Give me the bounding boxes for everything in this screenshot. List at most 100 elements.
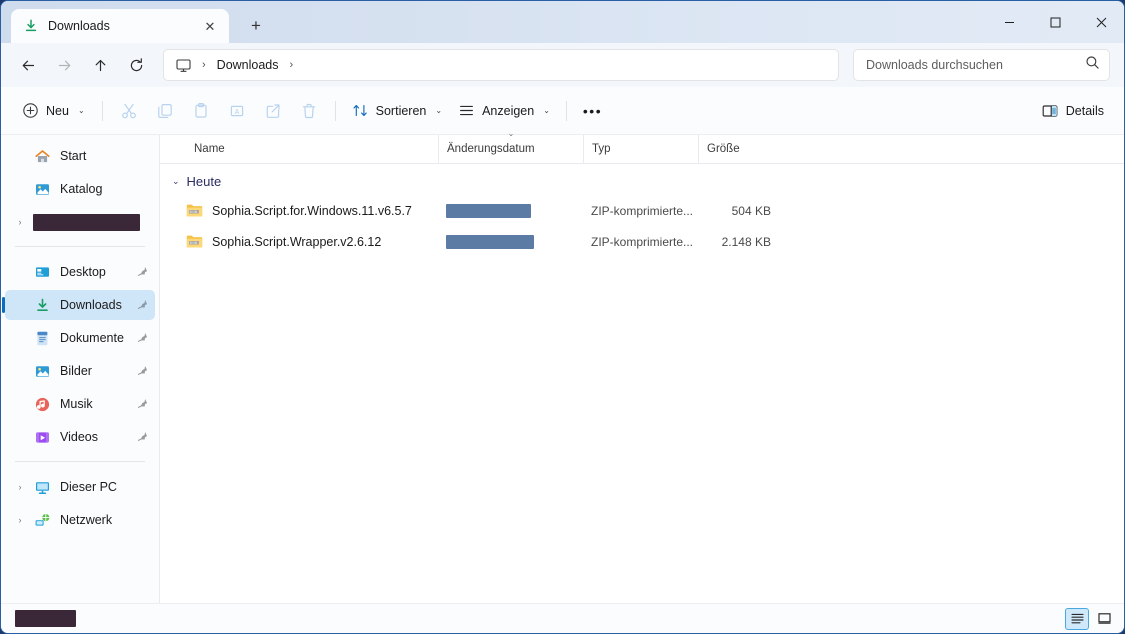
breadcrumb-trailing-separator[interactable]: › xyxy=(287,59,297,71)
redacted-item-count xyxy=(15,610,76,627)
overflow-icon: ••• xyxy=(582,102,603,119)
chevron-right-icon[interactable]: › xyxy=(11,217,29,227)
sidebar-item-start[interactable]: Start xyxy=(5,141,155,171)
sidebar-item-downloads[interactable]: Downloads xyxy=(2,290,155,320)
column-header-label: Name xyxy=(194,143,225,155)
breadcrumb[interactable]: › Downloads › xyxy=(163,49,839,81)
pin-icon[interactable] xyxy=(136,430,150,445)
column-header-date[interactable]: ⌄ Änderungsdatum xyxy=(438,129,583,164)
cut-button[interactable] xyxy=(111,95,147,127)
pin-icon[interactable] xyxy=(136,397,150,412)
sidebar-item-bilder[interactable]: Bilder xyxy=(5,356,155,386)
table-row[interactable]: Sophia.Script.for.Windows.11.v6.5.7 ZIP-… xyxy=(160,195,1124,226)
copy-button[interactable] xyxy=(147,95,183,127)
column-header-label: Typ xyxy=(592,143,611,155)
chevron-down-icon: ⌄ xyxy=(435,106,443,115)
sidebar-divider xyxy=(15,246,145,247)
download-icon xyxy=(33,296,51,314)
sidebar-item-videos[interactable]: Videos xyxy=(5,422,155,452)
toolbar-divider-2 xyxy=(334,100,336,121)
close-button[interactable] xyxy=(1078,1,1124,43)
rename-button[interactable]: A xyxy=(219,95,255,127)
new-button[interactable]: Neu ⌄ xyxy=(15,95,94,127)
view-button[interactable]: Anzeigen ⌄ xyxy=(450,95,558,127)
sidebar-item-label: Videos xyxy=(60,430,98,444)
sidebar-item-label: Start xyxy=(60,149,87,163)
command-bar: Neu ⌄ A Sortieren ⌄ Anzeigen ⌄ ••• Detai… xyxy=(1,87,1124,135)
tab-downloads[interactable]: Downloads ✕ xyxy=(11,9,229,43)
large-icons-view-toggle[interactable] xyxy=(1092,608,1116,630)
group-header-heute[interactable]: ⌄ Heute xyxy=(160,168,1124,195)
sidebar-item-label: Desktop xyxy=(60,265,106,279)
redacted-date xyxy=(446,234,534,249)
column-header-size[interactable]: Größe xyxy=(698,134,778,164)
share-button[interactable] xyxy=(255,95,291,127)
pictures-icon xyxy=(33,362,51,380)
pin-icon[interactable] xyxy=(136,298,150,313)
refresh-button[interactable] xyxy=(119,49,153,81)
sidebar-item-label: Netzwerk xyxy=(60,513,113,527)
minimize-button[interactable] xyxy=(986,1,1032,43)
up-button[interactable] xyxy=(83,49,117,81)
pin-icon[interactable] xyxy=(136,265,150,280)
breadcrumb-separator[interactable]: › xyxy=(199,59,209,71)
file-list-pane: Name ⌄ Änderungsdatum Typ Größe ⌄ Heute xyxy=(160,129,1124,603)
column-header-label: Änderungsdatum xyxy=(447,143,535,155)
sidebar-item-redacted-onedrive[interactable]: › xyxy=(5,207,155,237)
file-name-cell[interactable]: Sophia.Script.Wrapper.v2.6.12 xyxy=(186,234,438,249)
sidebar-item-dokumente[interactable]: Dokumente xyxy=(5,323,155,353)
file-name-cell[interactable]: Sophia.Script.for.Windows.11.v6.5.7 xyxy=(186,203,438,218)
details-view-toggle[interactable] xyxy=(1065,607,1089,630)
toolbar-divider xyxy=(101,100,103,121)
sort-button[interactable]: Sortieren ⌄ xyxy=(344,95,450,127)
chevron-right-icon[interactable]: › xyxy=(11,515,29,525)
column-header-name[interactable]: Name xyxy=(186,135,438,164)
file-size: 2.148 KB xyxy=(721,234,771,249)
group-label: Heute xyxy=(186,174,222,189)
sort-button-label: Sortieren xyxy=(375,103,427,118)
sidebar-item-desktop[interactable]: Desktop xyxy=(5,257,155,287)
column-header-label: Größe xyxy=(707,143,740,155)
details-pane-button[interactable]: Details xyxy=(1033,95,1112,127)
table-row[interactable]: Sophia.Script.Wrapper.v2.6.12 ZIP-kompri… xyxy=(160,226,1124,257)
redacted-date xyxy=(446,203,531,218)
column-header-type[interactable]: Typ xyxy=(583,134,698,164)
back-button[interactable] xyxy=(11,49,45,81)
sidebar-item-label: Dieser PC xyxy=(60,480,117,494)
forward-button[interactable] xyxy=(47,49,81,81)
file-date-cell xyxy=(438,234,583,249)
chevron-down-icon[interactable]: ⌄ xyxy=(172,176,180,187)
sidebar-divider-2 xyxy=(15,461,145,462)
maximize-button[interactable] xyxy=(1032,1,1078,43)
this-pc-icon xyxy=(33,478,51,496)
desktop-icon xyxy=(33,263,51,281)
pin-icon[interactable] xyxy=(136,364,150,379)
breadcrumb-current-path[interactable]: Downloads xyxy=(211,58,285,72)
paste-button[interactable] xyxy=(183,95,219,127)
more-options-button[interactable]: ••• xyxy=(575,95,610,127)
search-input[interactable] xyxy=(866,58,1085,72)
sort-descending-icon: ⌄ xyxy=(507,128,515,138)
sidebar-item-netzwerk[interactable]: › Netzwerk xyxy=(5,505,155,535)
delete-button[interactable] xyxy=(291,95,327,127)
tab-label: Downloads xyxy=(48,19,110,33)
navigation-pane: Start Katalog › Desktop Downloads Dokume… xyxy=(1,135,160,603)
pin-icon[interactable] xyxy=(136,331,150,346)
close-icon[interactable]: ✕ xyxy=(199,15,221,37)
sidebar-item-musik[interactable]: Musik xyxy=(5,389,155,419)
search-icon[interactable] xyxy=(1085,55,1100,75)
file-type: ZIP-komprimierte... xyxy=(591,203,694,218)
sidebar-item-label: Katalog xyxy=(60,182,103,196)
status-bar xyxy=(1,603,1124,633)
svg-text:A: A xyxy=(234,109,239,116)
search-box[interactable] xyxy=(853,49,1110,81)
sidebar-item-label: Downloads xyxy=(60,298,122,312)
window-body: Start Katalog › Desktop Downloads Dokume… xyxy=(1,129,1124,603)
download-icon xyxy=(23,18,39,34)
sidebar-item-katalog[interactable]: Katalog xyxy=(5,174,155,204)
file-explorer-window: Downloads ✕ + › Downloads › Downloads du… xyxy=(0,0,1125,634)
chevron-right-icon[interactable]: › xyxy=(11,482,29,492)
chevron-down-icon: ⌄ xyxy=(77,106,85,115)
sidebar-item-dieser-pc[interactable]: › Dieser PC xyxy=(5,472,155,502)
new-tab-button[interactable]: + xyxy=(241,11,271,41)
